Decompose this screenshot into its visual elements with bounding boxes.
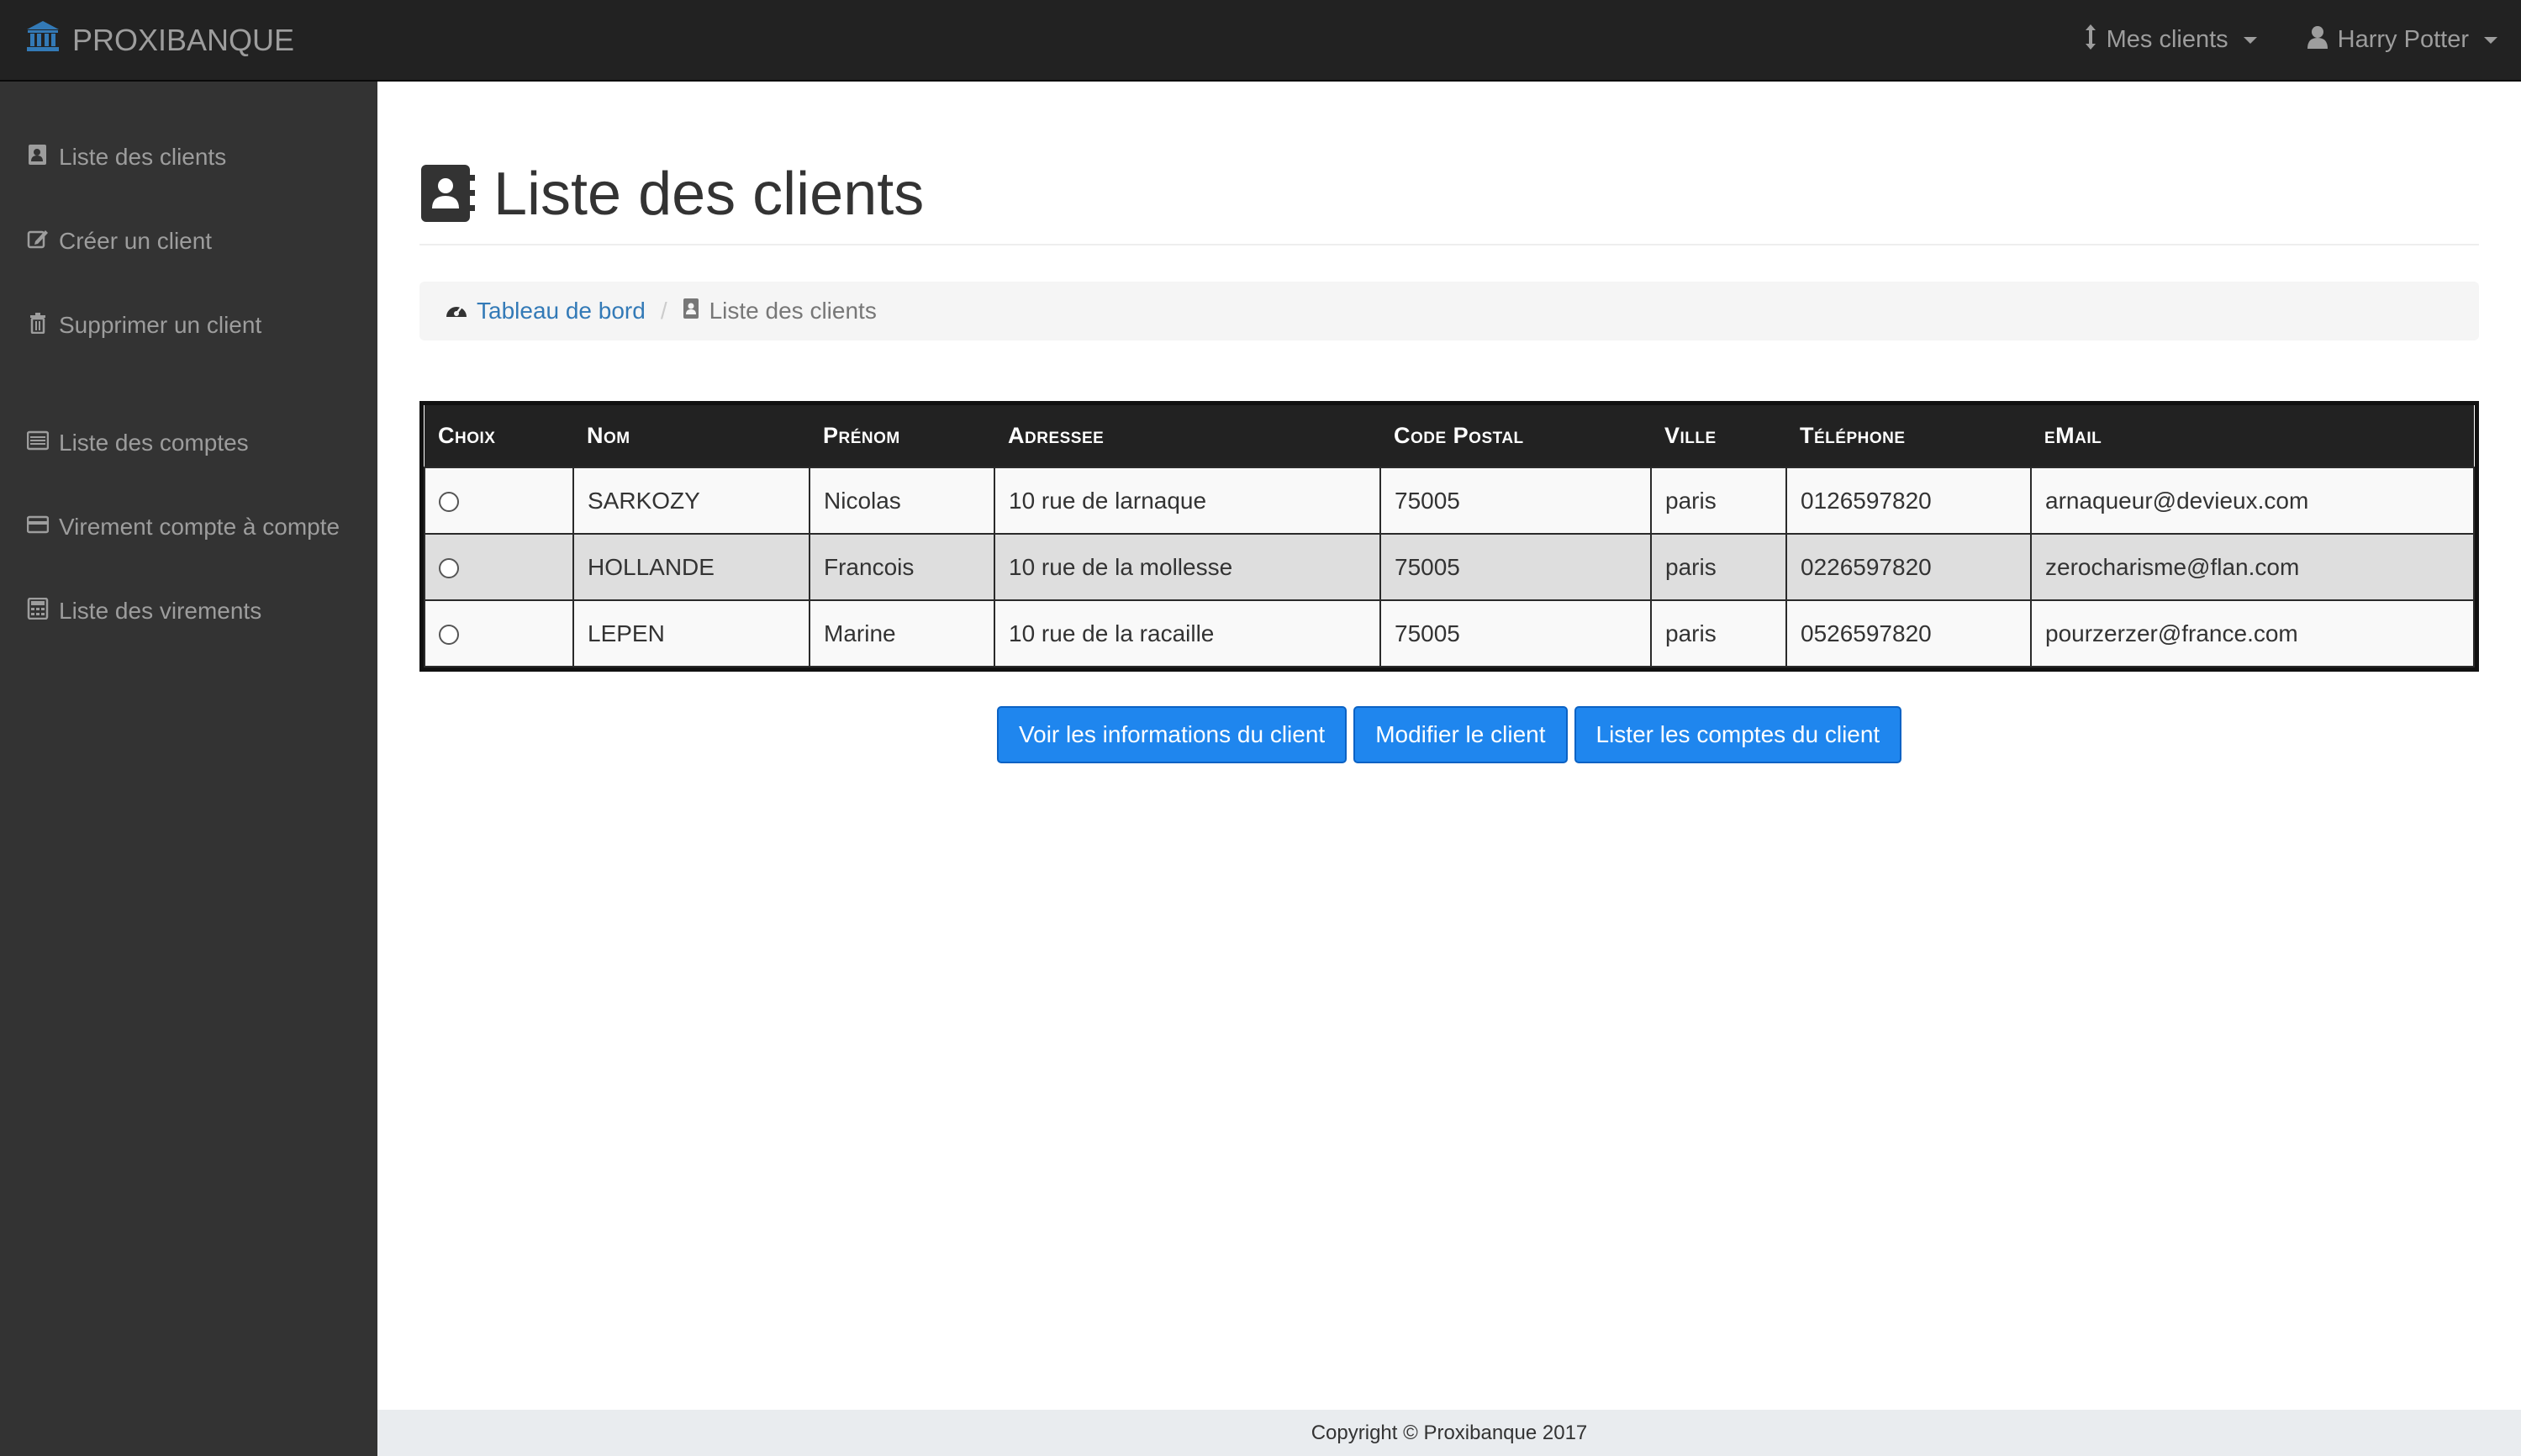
breadcrumb-home-link[interactable]: Tableau de bord — [477, 298, 646, 324]
code-postal-cell: 75005 — [1379, 467, 1652, 535]
column-header-ville: Ville — [1651, 405, 1786, 467]
prenom-cell: Francois — [809, 533, 995, 601]
trash-icon — [27, 312, 49, 340]
table-header-row: Choix Nom Prénom Adressee Code Postal Vi… — [425, 405, 2474, 467]
prenom-cell: Nicolas — [809, 467, 995, 535]
column-header-prenom: Prénom — [810, 405, 994, 467]
edit-icon — [27, 228, 49, 256]
edit-client-button[interactable]: Modifier le client — [1353, 706, 1568, 763]
column-header-adresse: Adressee — [994, 405, 1380, 467]
sidebar-item-liste-comptes[interactable]: Liste des comptes — [26, 418, 249, 468]
address-book-icon — [683, 298, 701, 325]
calculator-icon — [27, 597, 49, 625]
mes-clients-label: Mes clients — [2106, 26, 2228, 53]
mes-clients-dropdown[interactable]: Mes clients — [2085, 24, 2257, 56]
column-header-email: eMail — [2031, 405, 2474, 467]
choice-cell — [424, 467, 574, 535]
sidebar-item-label: Liste des comptes — [59, 430, 249, 456]
choice-cell — [424, 533, 574, 601]
main-content: Liste des clients Tableau de bord / List… — [377, 82, 2521, 1410]
sidebar-item-label: Supprimer un client — [59, 312, 262, 338]
list-icon — [26, 430, 50, 457]
brand-name: PROXIBANQUE — [72, 22, 295, 57]
sidebar-item-supprimer-client[interactable]: Supprimer un client — [27, 300, 261, 351]
sidebar-item-liste-virements[interactable]: Liste des virements — [27, 586, 261, 636]
sidebar-item-label: Créer un client — [59, 228, 213, 254]
code-postal-cell: 75005 — [1379, 599, 1652, 667]
email-cell: arnaqueur@devieux.com — [2030, 467, 2475, 535]
bank-icon — [25, 19, 61, 61]
adresse-cell: 10 rue de larnaque — [994, 467, 1381, 535]
table-row[interactable]: LEPEN Marine 10 rue de la racaille 75005… — [424, 599, 2475, 667]
sidebar: Liste des clients Créer un client Suppri… — [0, 82, 377, 1456]
credit-card-icon — [26, 514, 50, 541]
ville-cell: paris — [1650, 533, 1787, 601]
vertical-resize-icon — [2085, 24, 2096, 56]
sidebar-item-liste-clients[interactable]: Liste des clients — [27, 132, 226, 182]
client-radio[interactable] — [439, 625, 459, 646]
list-client-accounts-button[interactable]: Lister les comptes du client — [1574, 706, 1902, 763]
column-header-nom: Nom — [573, 405, 810, 467]
copyright-text: Copyright © Proxibanque 2017 — [1311, 1421, 1588, 1444]
view-client-info-button[interactable]: Voir les informations du client — [997, 706, 1348, 763]
nom-cell: LEPEN — [572, 599, 810, 667]
dashboard-icon — [445, 298, 468, 324]
email-cell: zerocharisme@flan.com — [2030, 533, 2475, 601]
column-header-choix: Choix — [425, 405, 573, 467]
choice-cell — [424, 599, 574, 667]
sidebar-item-virement[interactable]: Virement compte à compte — [26, 502, 340, 552]
address-book-icon — [27, 144, 49, 171]
address-book-icon — [419, 161, 477, 228]
breadcrumb-current: Liste des clients — [683, 298, 877, 325]
ville-cell: paris — [1650, 467, 1787, 535]
email-cell: pourzerzer@france.com — [2030, 599, 2475, 667]
nom-cell: HOLLANDE — [572, 533, 810, 601]
page-title: Liste des clients — [493, 161, 925, 228]
user-dropdown[interactable]: Harry Potter — [2307, 25, 2497, 55]
column-header-telephone: Téléphone — [1786, 405, 2031, 467]
sidebar-item-label: Virement compte à compte — [59, 514, 340, 540]
page-header: Liste des clients — [419, 161, 2479, 245]
action-buttons: Voir les informations du client Modifier… — [997, 706, 1902, 763]
chevron-down-icon — [2243, 36, 2257, 44]
client-radio[interactable] — [439, 492, 459, 513]
table-row[interactable]: HOLLANDE Francois 10 rue de la mollesse … — [424, 533, 2475, 601]
breadcrumb: Tableau de bord / Liste des clients — [419, 282, 2479, 340]
breadcrumb-current-label: Liste des clients — [709, 298, 877, 324]
user-name: Harry Potter — [2337, 26, 2469, 53]
clients-table: Choix Nom Prénom Adressee Code Postal Vi… — [419, 401, 2479, 672]
adresse-cell: 10 rue de la racaille — [994, 599, 1381, 667]
telephone-cell: 0226597820 — [1785, 533, 2032, 601]
adresse-cell: 10 rue de la mollesse — [994, 533, 1381, 601]
ville-cell: paris — [1650, 599, 1787, 667]
sidebar-item-label: Liste des clients — [59, 144, 227, 170]
sidebar-item-creer-client[interactable]: Créer un client — [27, 216, 212, 266]
code-postal-cell: 75005 — [1379, 533, 1652, 601]
breadcrumb-separator: / — [660, 298, 667, 324]
top-navbar: PROXIBANQUE Mes clients Harry Potter — [0, 0, 2521, 82]
table-row[interactable]: SARKOZY Nicolas 10 rue de larnaque 75005… — [424, 467, 2475, 535]
column-header-code-postal: Code Postal — [1380, 405, 1651, 467]
footer: Copyright © Proxibanque 2017 — [377, 1410, 2521, 1456]
prenom-cell: Marine — [809, 599, 995, 667]
breadcrumb-home[interactable]: Tableau de bord — [445, 298, 646, 324]
telephone-cell: 0526597820 — [1785, 599, 2032, 667]
brand-link[interactable]: PROXIBANQUE — [25, 0, 294, 80]
chevron-down-icon — [2484, 36, 2497, 44]
nom-cell: SARKOZY — [572, 467, 810, 535]
user-icon — [2307, 25, 2328, 55]
sidebar-item-label: Liste des virements — [59, 598, 262, 624]
telephone-cell: 0126597820 — [1785, 467, 2032, 535]
client-radio[interactable] — [439, 558, 459, 579]
